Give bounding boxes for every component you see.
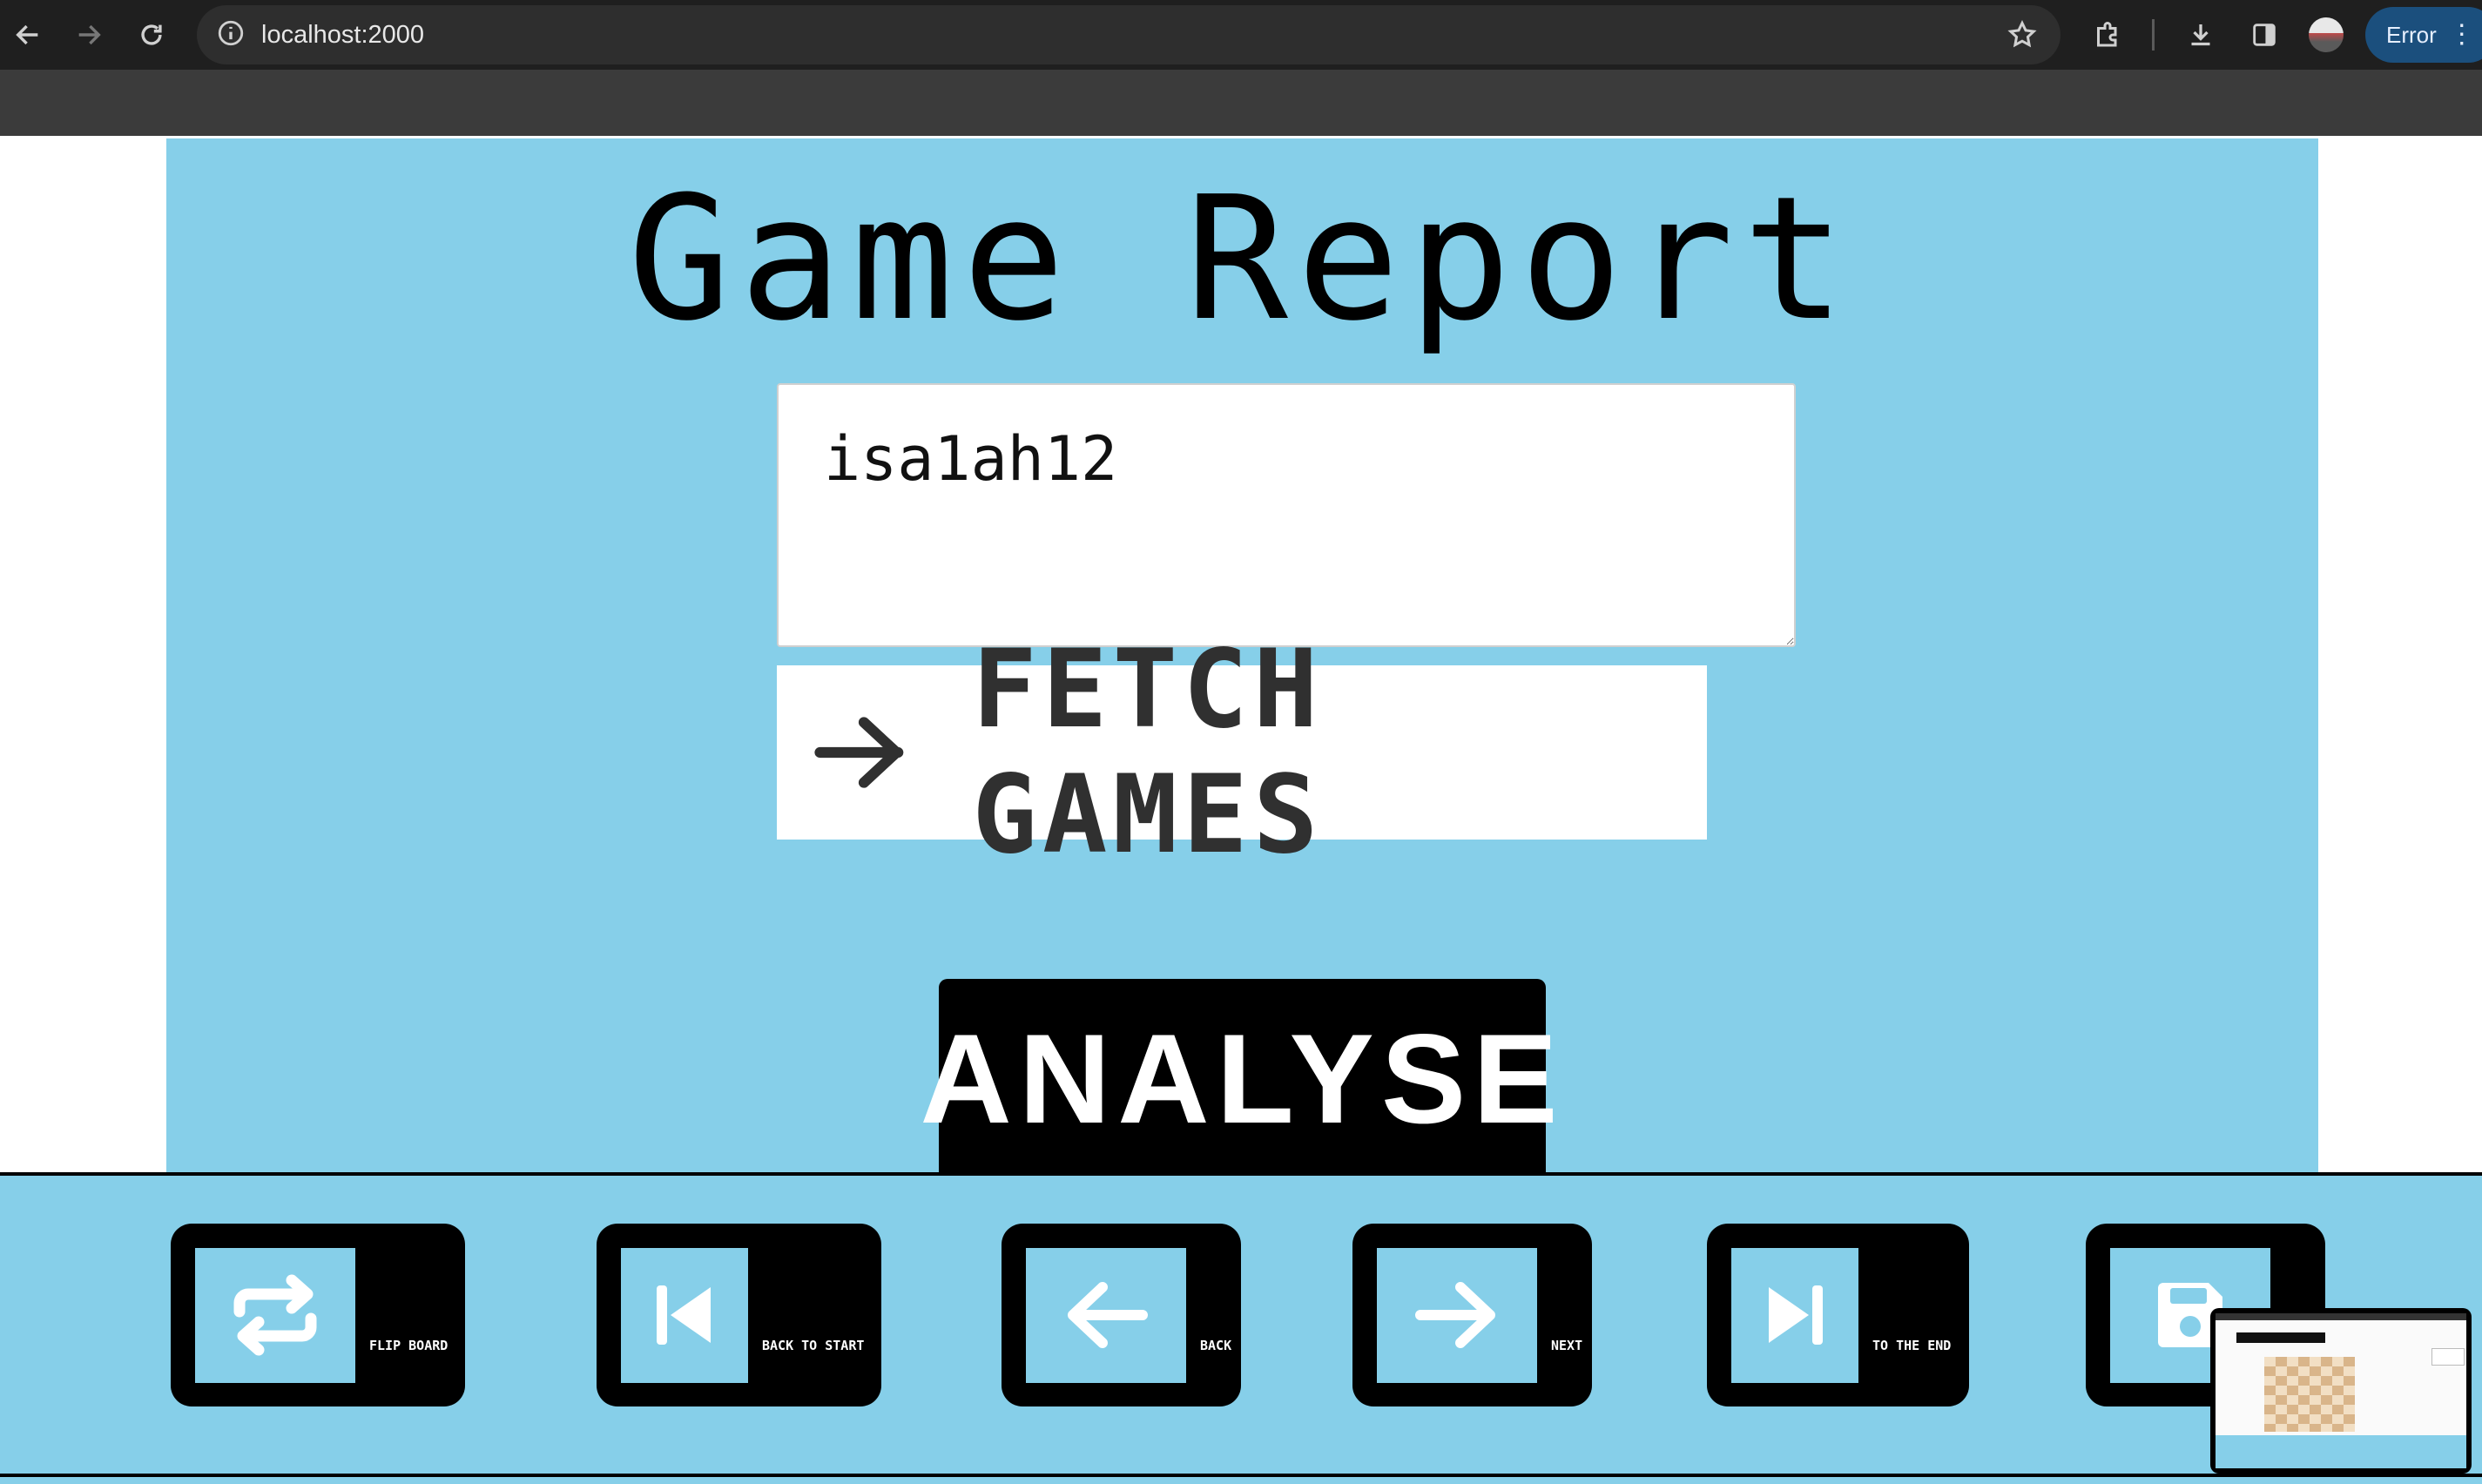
skip-forward-icon [1731, 1247, 1858, 1383]
arrow-right-icon [1377, 1247, 1537, 1383]
extensions-icon[interactable] [2081, 9, 2134, 61]
flip-board-label: FLIP BOARD [369, 1338, 449, 1353]
back-label: BACK [1200, 1338, 1232, 1353]
bottom-divider [0, 1474, 2482, 1477]
back-to-start-label: BACK TO START [762, 1338, 865, 1353]
to-the-end-button[interactable]: TO THE END [1707, 1224, 1969, 1406]
browser-forward-icon[interactable] [63, 9, 115, 61]
fetch-games-button[interactable]: FETCH GAMES [777, 627, 1707, 878]
download-icon[interactable] [2175, 9, 2227, 61]
username-input[interactable] [777, 383, 1796, 647]
toolbar-separator [2152, 19, 2155, 51]
analyse-button[interactable]: ANALYSE [920, 979, 1558, 1179]
browser-back-icon[interactable] [2, 9, 54, 61]
analyse-label: ANALYSE [920, 1008, 1565, 1150]
screenshot-preview-thumbnail[interactable] [2210, 1308, 2472, 1474]
back-to-start-button[interactable]: BACK TO START [597, 1224, 881, 1406]
bookmark-star-icon[interactable] [2007, 19, 2038, 54]
fetch-games-label: FETCH GAMES [972, 627, 1324, 878]
side-panel-icon[interactable] [2238, 9, 2290, 61]
error-badge[interactable]: Error ⋮ [2365, 7, 2482, 63]
skip-back-icon [621, 1247, 748, 1383]
arrow-right-icon [814, 717, 904, 788]
flip-board-button[interactable]: FLIP BOARD [171, 1224, 465, 1406]
tab-strip [0, 70, 2482, 136]
swap-arrows-icon [195, 1247, 355, 1383]
url-text: localhost:2000 [261, 20, 425, 49]
browser-toolbar: localhost:2000 Error ⋮ [0, 0, 2482, 70]
arrow-left-icon [1026, 1247, 1186, 1383]
profile-avatar[interactable] [2309, 17, 2344, 52]
next-label: NEXT [1551, 1338, 1583, 1353]
site-info-icon[interactable] [216, 18, 246, 51]
address-bar[interactable]: localhost:2000 [197, 5, 2060, 64]
menu-dots-icon[interactable]: ⋮ [2449, 22, 2475, 48]
error-label: Error [2386, 21, 2437, 48]
to-the-end-label: TO THE END [1872, 1338, 1952, 1353]
next-button[interactable]: NEXT [1352, 1224, 1592, 1406]
browser-reload-icon[interactable] [125, 9, 178, 61]
thumbnail-content [2216, 1313, 2466, 1468]
page-title: Game Report [627, 160, 1855, 359]
back-button[interactable]: BACK [1002, 1224, 1241, 1406]
